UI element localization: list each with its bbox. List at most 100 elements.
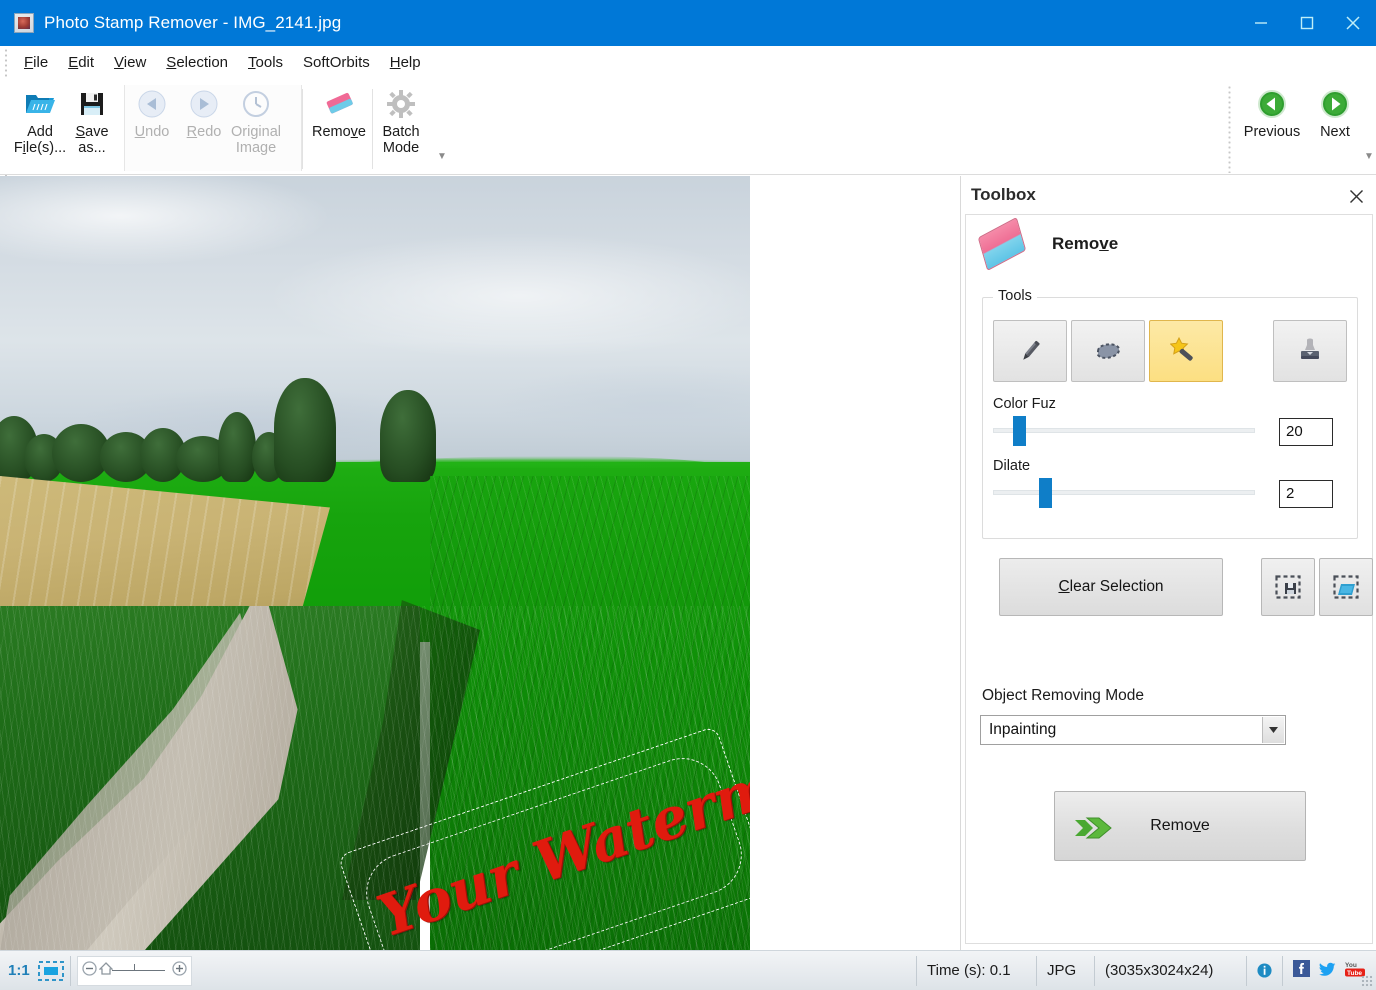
pencil-icon: [1023, 340, 1040, 360]
eraser-icon: [322, 87, 356, 121]
previous-button[interactable]: Previous: [1240, 79, 1304, 171]
color-fuzziness-label: Color Fuz: [993, 396, 1056, 412]
menu-selection[interactable]: Selection: [156, 51, 238, 74]
zoom-slider[interactable]: [76, 955, 192, 986]
application-window: Photo Stamp Remover - IMG_2141.jpg File …: [0, 0, 1376, 990]
tool-brush[interactable]: [993, 320, 1067, 382]
toolbar-group-nav: Previous Next ▼: [1240, 79, 1374, 175]
toolbar-expand-icon[interactable]: ▼: [437, 151, 447, 162]
save-selection-button[interactable]: [1261, 558, 1315, 616]
window-controls: [1238, 0, 1376, 46]
add-files-button[interactable]: Add File(s)...: [14, 79, 66, 171]
menu-softorbits[interactable]: SoftOrbits: [293, 51, 380, 74]
green-right-arrow-icon: [1320, 87, 1350, 121]
toolbox-mode-header: Remove: [977, 216, 1119, 272]
toolbox-header: Toolbox: [961, 176, 1376, 214]
batch-mode-button[interactable]: Batch Mode: [370, 79, 432, 171]
tools-group: Tools Color Fuz 20 Dilate 2 Clear Select…: [982, 288, 1373, 616]
green-left-arrow-icon: [1257, 87, 1287, 121]
toolbar-group-actions: Remove Batch Mode ▼: [308, 79, 447, 175]
object-removing-mode-select[interactable]: Inpainting: [980, 715, 1286, 745]
chevron-down-icon[interactable]: [1262, 717, 1284, 743]
next-button[interactable]: Next: [1304, 79, 1366, 171]
clear-selection-button[interactable]: Clear Selection: [999, 558, 1223, 616]
tool-magic-wand[interactable]: [1149, 320, 1223, 382]
undo-button[interactable]: Undo: [126, 79, 178, 171]
load-selection-button[interactable]: [1319, 558, 1373, 616]
remove-button[interactable]: Remove: [1054, 791, 1306, 861]
tool-lasso[interactable]: [1071, 320, 1145, 382]
twitter-icon[interactable]: [1318, 961, 1336, 980]
menu-bar: File Edit View Selection Tools SoftOrbit…: [0, 46, 1376, 79]
fit-to-window-icon[interactable]: [37, 960, 64, 981]
redo-label: Redo: [186, 124, 222, 140]
remove-button-label: Remove: [1150, 817, 1210, 834]
object-removing-mode-label: Object Removing Mode: [982, 687, 1144, 704]
photo-landscape[interactable]: Your Watermark: [0, 176, 750, 950]
minimize-icon[interactable]: [1238, 0, 1284, 46]
toolbox-mode-label: Remove: [1052, 234, 1119, 253]
dilate-value[interactable]: 2: [1279, 480, 1333, 508]
image-canvas[interactable]: Your Watermark: [0, 176, 960, 950]
resize-grip[interactable]: [1361, 975, 1373, 987]
remove-toolbar-button[interactable]: Remove: [308, 79, 370, 171]
zoom-out-icon[interactable]: [82, 960, 97, 981]
open-folder-icon: [24, 87, 56, 121]
object-removing-mode-value: Inpainting: [989, 721, 1057, 738]
undo-arrow-icon: [137, 87, 167, 121]
info-icon[interactable]: [1246, 955, 1282, 986]
color-fuzziness-thumb[interactable]: [1013, 416, 1026, 446]
zoom-ratio[interactable]: 1:1: [8, 962, 30, 979]
status-bar: 1:1 Time (s): 0.1 JPG (3035x3024x24) You…: [0, 950, 1376, 990]
menu-help[interactable]: Help: [380, 51, 431, 74]
close-icon[interactable]: [1330, 0, 1376, 46]
status-dimensions: (3035x3024x24): [1094, 955, 1246, 986]
zoom-home-icon[interactable]: [98, 961, 114, 980]
color-fuzziness-value[interactable]: 20: [1279, 418, 1333, 446]
magic-wand-icon: [1170, 336, 1193, 361]
original-image-button[interactable]: Original Image: [230, 79, 282, 171]
load-selection-icon: [1333, 575, 1359, 599]
green-double-arrow-icon: [1073, 814, 1117, 847]
menu-file[interactable]: File: [14, 51, 58, 74]
toolbar-group-file: Add File(s)... Save as...: [14, 79, 118, 175]
color-fuzziness-slider[interactable]: [993, 428, 1255, 433]
redo-arrow-icon: [189, 87, 219, 121]
batch-mode-label: Batch Mode: [382, 124, 420, 156]
save-as-button[interactable]: Save as...: [66, 79, 118, 171]
save-as-label: Save as...: [75, 124, 109, 156]
gear-icon: [386, 87, 416, 121]
toolbar-nav-grip[interactable]: [1228, 85, 1231, 173]
status-format: JPG: [1036, 955, 1094, 986]
redo-button[interactable]: Redo: [178, 79, 230, 171]
original-image-label: Original Image: [231, 124, 281, 156]
menu-tools[interactable]: Tools: [238, 51, 293, 74]
tree-line: [0, 372, 460, 482]
toolbox-title: Toolbox: [971, 185, 1036, 204]
facebook-icon[interactable]: [1293, 960, 1310, 981]
zoom-track[interactable]: [111, 969, 165, 972]
maximize-icon[interactable]: [1284, 0, 1330, 46]
zoom-in-icon[interactable]: [172, 960, 187, 981]
eraser-icon: [977, 216, 1027, 272]
undo-label: Undo: [134, 124, 170, 140]
floppy-save-icon: [78, 87, 106, 121]
remove-toolbar-label: Remove: [311, 124, 366, 140]
toolbar-group-history-items: Undo Redo Original Image: [126, 79, 282, 175]
toolbox-panel: Toolbox Remove Tools Color Fuz 20 Dilate…: [960, 176, 1376, 950]
add-files-label: Add File(s)...: [13, 124, 67, 156]
tool-stamp[interactable]: [1273, 320, 1347, 382]
window-title: Photo Stamp Remover - IMG_2141.jpg: [44, 13, 342, 32]
stamp-icon: [1301, 338, 1319, 359]
previous-label: Previous: [1243, 124, 1301, 140]
tools-group-label: Tools: [993, 288, 1037, 304]
toolbar-nav-expand-icon[interactable]: ▼: [1364, 151, 1374, 162]
toolbar: Add File(s)... Save as... Undo Redo Orig…: [0, 79, 1376, 175]
close-icon[interactable]: [1345, 185, 1367, 207]
dilate-label: Dilate: [993, 458, 1031, 474]
dilate-slider[interactable]: [993, 490, 1255, 495]
toolbox-body: Remove Tools Color Fuz 20 Dilate 2 Clear…: [965, 214, 1373, 944]
dilate-thumb[interactable]: [1039, 478, 1052, 508]
menu-edit[interactable]: Edit: [58, 51, 104, 74]
menu-view[interactable]: View: [104, 51, 156, 74]
